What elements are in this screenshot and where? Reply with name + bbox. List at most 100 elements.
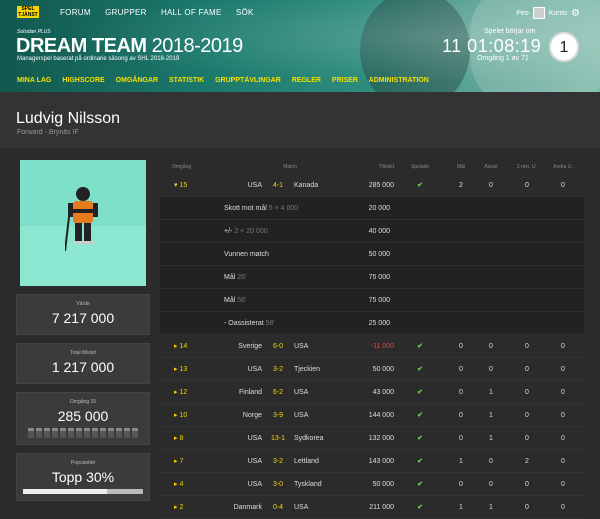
pim-value: 0 — [525, 503, 529, 511]
other-value: 0 — [561, 480, 565, 488]
table-row[interactable]: ▸ 12 Finland 6-2 USA 43 000 ✔ 0 1 0 0 — [160, 381, 584, 404]
assists-value: 0 — [489, 181, 493, 189]
match-score: 6-0 — [272, 342, 284, 350]
subnav-highscore[interactable]: HIGHSCORE — [62, 77, 104, 84]
nav-forum[interactable]: FORUM — [60, 8, 91, 17]
detail-points: 75 000 — [368, 273, 390, 281]
user-box: Peo Konto ⚙ — [516, 7, 580, 19]
other-value: 0 — [561, 503, 565, 511]
history-bar — [28, 428, 34, 438]
away-team: Tjeckien — [294, 365, 321, 373]
nav-sok[interactable]: SÖK — [236, 8, 254, 17]
match-score: 3-9 — [272, 411, 284, 419]
growth-value: 143 000 — [368, 457, 394, 465]
detail-row: +/- 2 × 20 000 40 000 — [160, 220, 584, 243]
history-bar — [92, 428, 98, 438]
top-navigation: FORUM GRUPPER HALL OF FAME SÖK — [60, 8, 266, 17]
pim-value: 0 — [525, 480, 529, 488]
site-logo[interactable]: SPEL TJÄNST — [17, 6, 39, 18]
played-check-icon: ✔ — [417, 343, 423, 350]
col-round: Omgång — [172, 164, 192, 170]
detail-extra: 58' — [237, 296, 247, 304]
detail-description: Mål 26' — [160, 274, 326, 281]
value-amount: 7 217 000 — [51, 310, 115, 326]
round-cell: ▸ 8 — [174, 435, 184, 442]
nav-hall-of-fame[interactable]: HALL OF FAME — [161, 8, 222, 17]
avatar[interactable] — [532, 7, 545, 19]
round-cell: ▸ 7 — [174, 458, 184, 465]
table-row[interactable]: ▸ 10 Norge 3-9 USA 144 000 ✔ 0 1 0 0 — [160, 404, 584, 427]
away-team: USA — [294, 388, 309, 396]
table-header: Omgång Match Tillväxt Spelade Mål Assist… — [160, 164, 584, 174]
table-row[interactable]: ▸ 14 Sverige 6-0 USA -11 000 ✔ 0 0 0 0 — [160, 335, 584, 358]
away-team: USA — [294, 411, 309, 419]
history-bar — [44, 428, 50, 438]
round-number-badge: 1 — [549, 32, 579, 62]
pim-value: 0 — [525, 411, 529, 419]
round-number: 13 — [179, 366, 188, 373]
subnav-statistik[interactable]: STATISTIK — [169, 77, 204, 84]
history-bar — [76, 428, 82, 438]
home-team: USA — [247, 480, 262, 488]
gear-icon[interactable]: ⚙ — [571, 8, 580, 19]
goals-value: 0 — [459, 434, 463, 442]
played-check-icon: ✔ — [417, 458, 423, 465]
subnav-priser[interactable]: PRISER — [332, 77, 358, 84]
user-name[interactable]: Peo — [516, 10, 528, 17]
account-link[interactable]: Konto — [549, 10, 567, 17]
game-season: 2018-2019 — [151, 35, 244, 57]
assists-value: 1 — [489, 388, 493, 396]
detail-description: Skott mot mål 5 × 4 000 — [160, 205, 326, 212]
col-pim: 2 min. U. — [516, 164, 537, 170]
detail-description: Mål 58' — [160, 297, 326, 304]
played-check-icon: ✔ — [417, 412, 423, 419]
pim-value: 0 — [525, 365, 529, 373]
rounds-table: Omgång Match Tillväxt Spelade Mål Assist… — [160, 164, 584, 519]
home-team: Finland — [239, 388, 262, 396]
assists-value: 0 — [489, 457, 493, 465]
detail-label: - Oassisterat — [224, 319, 264, 327]
col-goals: Mål — [456, 164, 466, 170]
growth-value: 50 000 — [372, 480, 394, 488]
assists-value: 0 — [489, 480, 493, 488]
match-score: 3-2 — [272, 365, 284, 373]
subnav-mina-lag[interactable]: MINA LAG — [17, 77, 51, 84]
away-team: Tyskland — [294, 480, 322, 488]
nav-grupper[interactable]: GRUPPER — [105, 8, 147, 17]
detail-label: +/- — [224, 227, 233, 235]
detail-row: Mål 26' 75 000 — [160, 266, 584, 289]
table-row[interactable]: ▸ 2 Danmark 0-4 USA 211 000 ✔ 1 1 0 0 — [160, 496, 584, 519]
table-row[interactable]: ▸ 8 USA 13-1 Sydkorea 132 000 ✔ 0 1 0 0 — [160, 427, 584, 450]
detail-row: Mål 58' 75 000 — [160, 289, 584, 312]
history-bar — [84, 428, 90, 438]
subnav-omgangar[interactable]: OMGÅNGAR — [116, 77, 158, 84]
detail-description: Vunnen match — [160, 251, 326, 258]
other-value: 0 — [561, 342, 565, 350]
table-row[interactable]: ▸ 4 USA 3-0 Tyskland 50 000 ✔ 0 0 0 0 — [160, 473, 584, 496]
col-assist: Assist — [484, 164, 498, 170]
pim-value: 0 — [525, 342, 529, 350]
goals-value: 0 — [459, 342, 463, 350]
detail-row: Skott mot mål 5 × 4 000 20 000 — [160, 197, 584, 220]
match-score: 13-1 — [270, 434, 285, 442]
round-number: 2 — [179, 504, 184, 511]
detail-row: Vunnen match 50 000 — [160, 243, 584, 266]
col-other: Andra U. — [553, 164, 573, 170]
game-title: DREAM TEAM 2018-2019 — [16, 35, 243, 58]
other-value: 0 — [561, 434, 565, 442]
detail-description: - Oassisterat 58' — [160, 320, 326, 327]
player-avatar-image — [20, 160, 146, 286]
table-row-expanded[interactable]: ▾ 15 USA 4-1 Kanada 285 000 ✔ 2 0 0 0 — [160, 174, 584, 197]
subnav-grupptavlingar[interactable]: GRUPPTÄVLINGAR — [215, 77, 281, 84]
away-team: USA — [294, 342, 309, 350]
history-bar — [132, 428, 138, 438]
goals-value: 0 — [459, 411, 463, 419]
subnav-regler[interactable]: REGLER — [292, 77, 321, 84]
table-row[interactable]: ▸ 13 USA 3-2 Tjeckien 50 000 ✔ 0 0 0 0 — [160, 358, 584, 381]
goals-value: 0 — [459, 388, 463, 396]
detail-description: +/- 2 × 20 000 — [160, 228, 326, 235]
played-check-icon: ✔ — [417, 504, 423, 511]
round-details: Skott mot mål 5 × 4 000 20 000 +/- 2 × 20 … — [160, 197, 584, 335]
table-row[interactable]: ▸ 7 USA 3-2 Lettland 143 000 ✔ 1 0 2 0 — [160, 450, 584, 473]
subnav-administration[interactable]: ADMINISTRATION — [369, 77, 429, 84]
